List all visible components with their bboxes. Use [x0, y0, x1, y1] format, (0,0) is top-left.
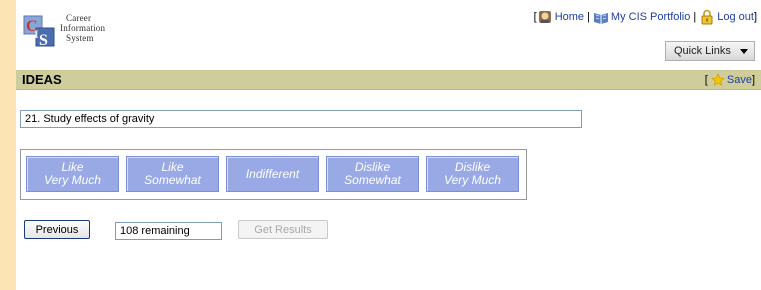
top-nav: [ Home | My CIS Portfolio | Log out]	[534, 8, 757, 26]
quick-links-dropdown[interactable]: Quick Links	[665, 41, 755, 61]
logo-line-career: Career	[66, 13, 92, 23]
portfolio-link[interactable]: My CIS Portfolio	[593, 9, 690, 25]
rating-label-line2: Very Much	[444, 173, 501, 187]
logout-lock-icon	[701, 9, 713, 25]
save-bracket-open: [	[704, 74, 708, 86]
quick-links-label: Quick Links	[674, 45, 731, 57]
rating-label-line1: Indifferent	[245, 166, 300, 181]
save-link[interactable]: Save	[727, 74, 752, 86]
nav-separator: |	[693, 11, 697, 23]
home-link[interactable]: Home	[537, 9, 584, 25]
nav-separator: |	[587, 11, 590, 23]
rating-like-somewhat-button[interactable]: Like Somewhat	[126, 156, 219, 192]
section-title: IDEAS	[22, 72, 62, 87]
rating-label-line2: Somewhat	[344, 173, 401, 187]
home-link-label[interactable]: Home	[555, 11, 584, 23]
cis-logo-icon: C S I	[23, 15, 55, 48]
nav-bracket-close: ]	[753, 11, 757, 23]
rating-dislike-somewhat-button[interactable]: Dislike Somewhat	[326, 156, 419, 192]
save-control[interactable]: [ Save ]	[705, 73, 755, 87]
logo-line-information: Information	[60, 23, 106, 33]
portfolio-icon	[593, 13, 608, 24]
home-icon	[538, 11, 551, 23]
rating-dislike-very-much-button[interactable]: Dislike Very Much	[426, 156, 519, 192]
page: C S I Career Information System [ Home |	[16, 0, 761, 290]
rating-label-line2: Somewhat	[144, 173, 201, 187]
logo-line-system: System	[66, 33, 94, 43]
rating-label-line2: Very Much	[44, 173, 101, 187]
portfolio-link-label[interactable]: My CIS Portfolio	[611, 11, 690, 23]
svg-text:I: I	[34, 27, 39, 41]
save-bracket-close: ]	[751, 74, 755, 86]
cis-logo[interactable]: C S I Career Information System	[22, 8, 122, 48]
idea-statement-field: 21. Study effects of gravity	[20, 110, 582, 128]
chevron-down-icon	[740, 48, 748, 54]
rating-indifferent-button[interactable]: Indifferent	[226, 156, 319, 192]
remaining-count-field: 108 remaining	[115, 222, 222, 240]
get-results-button[interactable]: Get Results	[238, 220, 328, 239]
rating-like-very-much-button[interactable]: Like Very Much	[26, 156, 119, 192]
logout-link[interactable]: Log out	[699, 9, 754, 25]
section-header: IDEAS [ Save ]	[16, 70, 761, 90]
star-icon	[711, 73, 725, 86]
svg-text:S: S	[39, 32, 48, 48]
previous-button[interactable]: Previous	[24, 220, 90, 239]
logo-wordmark: Career Information System	[60, 13, 105, 43]
rating-panel: Like Very Much Like Somewhat Indifferent…	[20, 149, 527, 200]
logout-link-label[interactable]: Log out	[717, 11, 754, 23]
